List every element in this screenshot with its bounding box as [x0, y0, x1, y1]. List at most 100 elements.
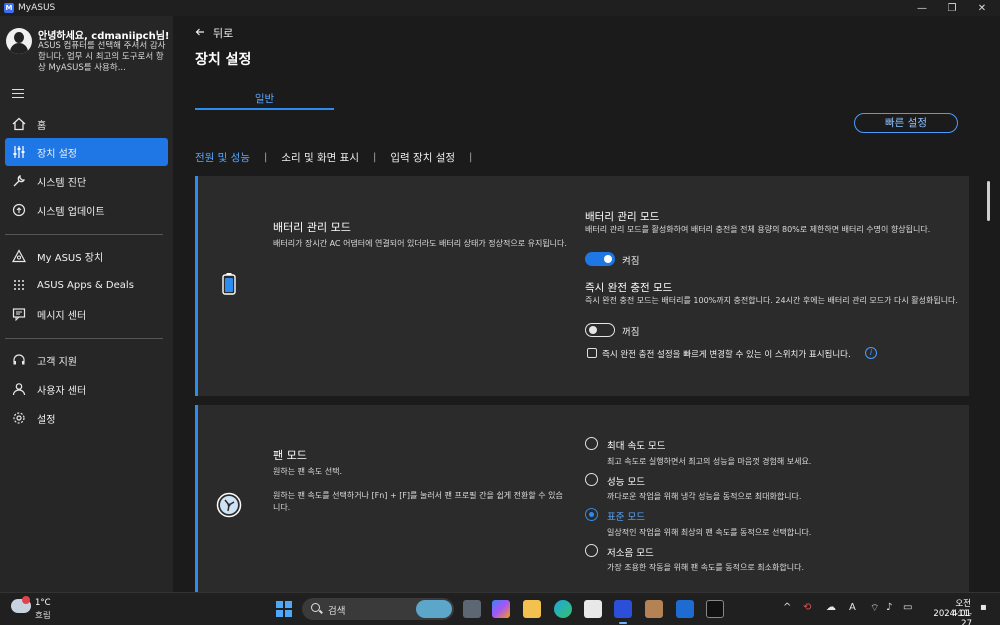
sidebar-item-label: 사용자 센터: [37, 385, 87, 397]
sidebar: 안녕하세요, cdmaniipch님! ASUS 컴퓨터를 선택해 주셔서 감사…: [0, 16, 173, 592]
fan-full-speed-radio[interactable]: [585, 437, 598, 450]
file-explorer-icon[interactable]: [523, 600, 541, 618]
wifi-icon[interactable]: ⌔: [870, 602, 879, 615]
fan-option-title: 성능 모드: [607, 477, 645, 488]
subtab-power-performance[interactable]: 전원 및 성능: [195, 150, 250, 165]
weather-condition: 흐림: [35, 611, 51, 621]
search-placeholder: 검색: [328, 606, 346, 617]
fan-option-title: 저소음 모드: [607, 548, 654, 559]
sidebar-divider: [5, 234, 163, 235]
chevron-up-icon[interactable]: ^: [783, 602, 791, 613]
sync-icon[interactable]: ⟲: [803, 602, 811, 613]
windows-start-icon[interactable]: [276, 601, 292, 617]
sidebar-item-label: ASUS Apps & Deals: [37, 279, 134, 291]
fan-icon: [215, 491, 243, 519]
fan-option-desc: 까다로운 작업을 위해 냉각 성능을 동적으로 최대화합니다.: [607, 492, 802, 501]
subtab-input-device[interactable]: 입력 장치 설정: [390, 150, 455, 165]
gear-icon: [11, 410, 27, 426]
sidebar-item-support[interactable]: 고객 지원: [5, 346, 168, 374]
fan-whisper-radio[interactable]: [585, 544, 598, 557]
info-icon[interactable]: i: [865, 347, 877, 359]
ime-indicator[interactable]: A: [849, 602, 856, 613]
battery-mode-state: 켜짐: [622, 256, 640, 267]
sidebar-item-my-asus-device[interactable]: My ASUS 장치: [5, 242, 168, 270]
subtab-separator: |: [263, 152, 268, 163]
page-title: 장치 설정: [195, 52, 252, 68]
sidebar-item-apps-deals[interactable]: ASUS Apps & Deals: [5, 271, 168, 299]
sidebar-item-label: 시스템 업데이트: [37, 206, 105, 218]
hamburger-icon[interactable]: [12, 89, 24, 98]
title-bar: M MyASUS — ❐ ✕: [0, 0, 1000, 16]
battery-card-title: 배터리 관리 모드: [273, 221, 351, 234]
copilot-icon[interactable]: [492, 600, 510, 618]
fan-standard-radio[interactable]: [585, 508, 598, 521]
weather-temperature: 1°C: [35, 598, 51, 608]
volume-icon[interactable]: ♪: [886, 602, 892, 613]
sidebar-item-message-center[interactable]: 메시지 센터: [5, 300, 168, 328]
sidebar-item-label: 시스템 진단: [37, 177, 87, 189]
instant-charge-toggle[interactable]: [585, 323, 615, 337]
edge-icon[interactable]: [554, 600, 572, 618]
instant-charge-state: 꺼짐: [622, 327, 640, 338]
scrollbar-thumb[interactable]: [987, 181, 990, 221]
tab-underline: [195, 108, 334, 110]
sidebar-item-device-settings[interactable]: 장치 설정: [5, 138, 168, 166]
home-icon: [11, 116, 27, 132]
tab-general[interactable]: 일반: [195, 91, 334, 106]
capcut-icon[interactable]: [706, 600, 724, 618]
taskbar: 1°C 흐림 검색 ^ ⟲ ☁ A ⌔ ♪ ▭ 오전 4:01 2024-11-…: [0, 592, 1000, 625]
sidebar-item-update[interactable]: 시스템 업데이트: [5, 196, 168, 224]
winrar-icon[interactable]: [645, 600, 663, 618]
fan-option-desc: 가장 조용한 작동을 위해 팬 속도를 동적으로 최소화합니다.: [607, 563, 804, 572]
subtab-separator: |: [469, 152, 473, 163]
sidebar-item-label: 홈: [37, 120, 47, 132]
headset-icon: [11, 352, 27, 368]
battery-tray-icon[interactable]: ▭: [903, 602, 912, 613]
wrench-icon: [11, 173, 27, 189]
fan-performance-radio[interactable]: [585, 473, 598, 486]
clock-date[interactable]: 2024-11-27: [924, 609, 972, 625]
store-icon[interactable]: [584, 600, 602, 618]
user-profile[interactable]: 안녕하세요, cdmaniipch님! ASUS 컴퓨터를 선택해 주셔서 감사…: [6, 26, 171, 86]
sidebar-item-label: 장치 설정: [37, 148, 77, 160]
subtab-audio-display[interactable]: 소리 및 화면 표시: [281, 150, 359, 165]
taskbar-search[interactable]: 검색: [302, 598, 454, 620]
show-switch-checkbox[interactable]: [587, 348, 597, 358]
quick-settings-button[interactable]: 빠른 설정: [854, 113, 958, 133]
sidebar-divider: [5, 338, 163, 339]
arrow-left-icon: [195, 27, 205, 40]
sidebar-item-label: 고객 지원: [37, 356, 77, 368]
sidebar-item-label: 설정: [37, 414, 56, 426]
outlook-icon[interactable]: [676, 600, 694, 618]
instant-charge-title: 즉시 완전 충전 모드: [585, 282, 673, 294]
show-switch-label: 즉시 완전 충전 설정을 빠르게 변경할 수 있는 이 스위치가 표시됩니다.: [602, 350, 851, 360]
fan-option-title: 최대 속도 모드: [607, 441, 666, 452]
fan-option-desc: 일상적인 작업을 위해 최상의 팬 속도를 동적으로 선택합니다.: [607, 528, 812, 537]
close-button[interactable]: ✕: [964, 0, 1000, 16]
fan-option-title: 표준 모드: [607, 512, 645, 523]
subtab-bar: 전원 및 성능 | 소리 및 화면 표시 | 입력 장치 설정 |: [195, 150, 486, 165]
myasus-taskbar-icon[interactable]: [614, 600, 632, 618]
weather-alert-badge: [22, 596, 30, 604]
task-view-icon[interactable]: [463, 600, 481, 618]
fan-card-title: 팬 모드: [273, 449, 307, 462]
sidebar-item-settings[interactable]: 설정: [5, 404, 168, 432]
sidebar-item-home[interactable]: 홈: [5, 110, 168, 138]
cloud-tray-icon[interactable]: ☁: [826, 602, 836, 613]
avatar[interactable]: [6, 28, 32, 54]
battery-mode-toggle[interactable]: [585, 252, 615, 266]
battery-care-card: 배터리 관리 모드 배터리가 장시간 AC 어댑터에 연결되어 있더라도 배터리…: [195, 176, 969, 396]
toggle-knob: [604, 255, 612, 263]
sidebar-item-diagnosis[interactable]: 시스템 진단: [5, 167, 168, 195]
main-content: 뒤로 장치 설정 일반 빠른 설정 전원 및 성능 | 소리 및 화면 표시 |…: [173, 16, 1000, 592]
apps-grid-icon: [11, 277, 27, 293]
search-icon: [311, 603, 320, 612]
active-app-indicator: [619, 622, 627, 624]
instant-charge-desc: 즉시 완전 충전 모드는 배터리를 100%까지 충전합니다. 24시간 후에는…: [585, 296, 958, 305]
sidebar-item-user-center[interactable]: 사용자 센터: [5, 375, 168, 403]
back-button[interactable]: 뒤로: [195, 25, 233, 41]
notification-icon[interactable]: ▪: [980, 602, 987, 613]
battery-card-desc: 배터리가 장시간 AC 어댑터에 연결되어 있더라도 배터리 상태가 정상적으로…: [273, 239, 567, 248]
search-highlight-image: [416, 600, 452, 618]
fan-card-desc: 원하는 팬 속도 선택.: [273, 467, 343, 476]
